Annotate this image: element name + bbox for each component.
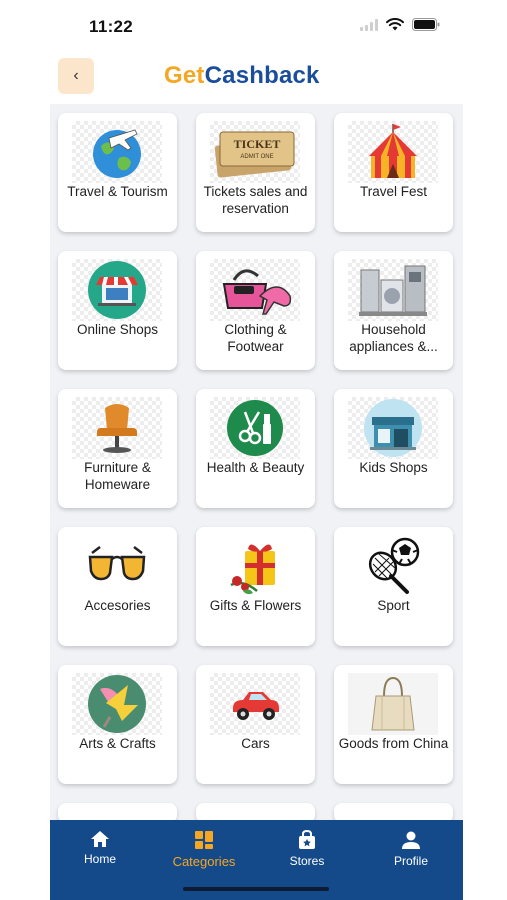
handbag-shoe-icon	[210, 259, 300, 321]
app-logo: GetCashback	[164, 62, 320, 90]
category-label: Accesories	[84, 598, 151, 613]
signal-icon	[360, 18, 378, 31]
category-label: Clothing & Footwear	[224, 322, 287, 354]
category-label: Travel Fest	[359, 184, 427, 199]
wifi-icon	[386, 18, 404, 31]
category-card-arts-crafts[interactable]: Arts & Crafts	[58, 665, 177, 784]
shopping-bag-icon	[299, 830, 315, 849]
tab-categories-label: Categories	[172, 854, 236, 869]
category-label: Arts & Crafts	[79, 736, 156, 751]
category-card-goods-from-china[interactable]: Goods from China	[334, 665, 453, 784]
tennis-ball-icon	[348, 535, 438, 597]
category-card-cars[interactable]: Cars	[196, 665, 315, 784]
crafts-icon	[72, 673, 162, 735]
category-card-sport[interactable]: Sport	[334, 527, 453, 646]
tab-categories[interactable]: Categories	[159, 830, 249, 869]
category-card-clothing-footwear[interactable]: Clothing & Footwear	[196, 251, 315, 370]
tab-stores-label: Stores	[289, 854, 325, 868]
category-label: Goods from China	[338, 736, 449, 751]
category-label: Gifts & Flowers	[209, 598, 302, 613]
category-label: Cars	[241, 736, 270, 751]
tab-home-label: Home	[83, 852, 116, 866]
categories-grid: Travel & Tourism TICKET ADMIT ONE Ticket…	[58, 113, 453, 820]
category-card-furniture-homeware[interactable]: Furniture & Homeware	[58, 389, 177, 508]
back-button[interactable]: ‹	[58, 58, 94, 94]
tab-home[interactable]: Home	[55, 830, 145, 866]
grid-icon	[195, 831, 213, 849]
online-store-icon	[72, 259, 162, 321]
category-card-travel-tourism[interactable]: Travel & Tourism	[58, 113, 177, 232]
battery-icon	[412, 18, 440, 31]
category-label: Online Shops	[76, 322, 159, 337]
logo-cashback: Cashback	[204, 62, 320, 89]
category-card-partial[interactable]	[58, 803, 177, 820]
category-card-health-beauty[interactable]: Health & Beauty	[196, 389, 315, 508]
circus-tent-icon	[348, 121, 438, 183]
category-card-partial[interactable]	[196, 803, 315, 820]
svg-text:ADMIT ONE: ADMIT ONE	[240, 154, 273, 160]
category-card-online-shops[interactable]: Online Shops	[58, 251, 177, 370]
appliances-icon	[348, 259, 438, 321]
status-bar: 11:22	[0, 0, 507, 52]
tab-stores[interactable]: Stores	[262, 830, 352, 868]
car-icon	[210, 673, 300, 735]
status-icons	[360, 18, 440, 31]
gift-flowers-icon	[210, 535, 300, 597]
category-card-household-appliances[interactable]: Household appliances &...	[334, 251, 453, 370]
ticket-icon: TICKET ADMIT ONE	[210, 121, 300, 183]
sunglasses-icon	[72, 535, 162, 597]
svg-text:TICKET: TICKET	[234, 137, 281, 151]
category-card-tickets[interactable]: TICKET ADMIT ONE Tickets sales and reser…	[196, 113, 315, 232]
globe-plane-icon	[72, 121, 162, 183]
logo-get: Get	[164, 62, 205, 89]
category-label: Kids Shops	[359, 460, 428, 475]
category-label: Tickets sales and reservation	[203, 184, 308, 216]
category-card-kids-shops[interactable]: Kids Shops	[334, 389, 453, 508]
category-card-partial[interactable]	[334, 803, 453, 820]
home-indicator	[183, 887, 329, 891]
category-card-gifts-flowers[interactable]: Gifts & Flowers	[196, 527, 315, 646]
tab-profile[interactable]: Profile	[366, 830, 456, 868]
category-label: Sport	[377, 598, 410, 613]
category-card-travel-fest[interactable]: Travel Fest	[334, 113, 453, 232]
tab-bar: Home Categories Stores Profile	[50, 820, 463, 900]
category-label: Furniture & Homeware	[84, 460, 151, 492]
category-label: Health & Beauty	[206, 460, 305, 475]
cosmetics-icon	[210, 397, 300, 459]
category-label: Travel & Tourism	[67, 184, 168, 199]
chevron-left-icon: ‹	[73, 67, 79, 84]
user-icon	[402, 831, 420, 849]
kids-store-icon	[348, 397, 438, 459]
tab-profile-label: Profile	[393, 854, 428, 868]
header: ‹ GetCashback	[50, 52, 463, 104]
category-label: Household appliances &...	[349, 322, 438, 354]
home-icon	[91, 831, 109, 847]
categories-list[interactable]: Travel & Tourism TICKET ADMIT ONE Ticket…	[50, 104, 463, 820]
armchair-icon	[72, 397, 162, 459]
category-card-accessories[interactable]: Accesories	[58, 527, 177, 646]
bag-icon	[348, 673, 438, 735]
status-time: 11:22	[89, 17, 134, 36]
